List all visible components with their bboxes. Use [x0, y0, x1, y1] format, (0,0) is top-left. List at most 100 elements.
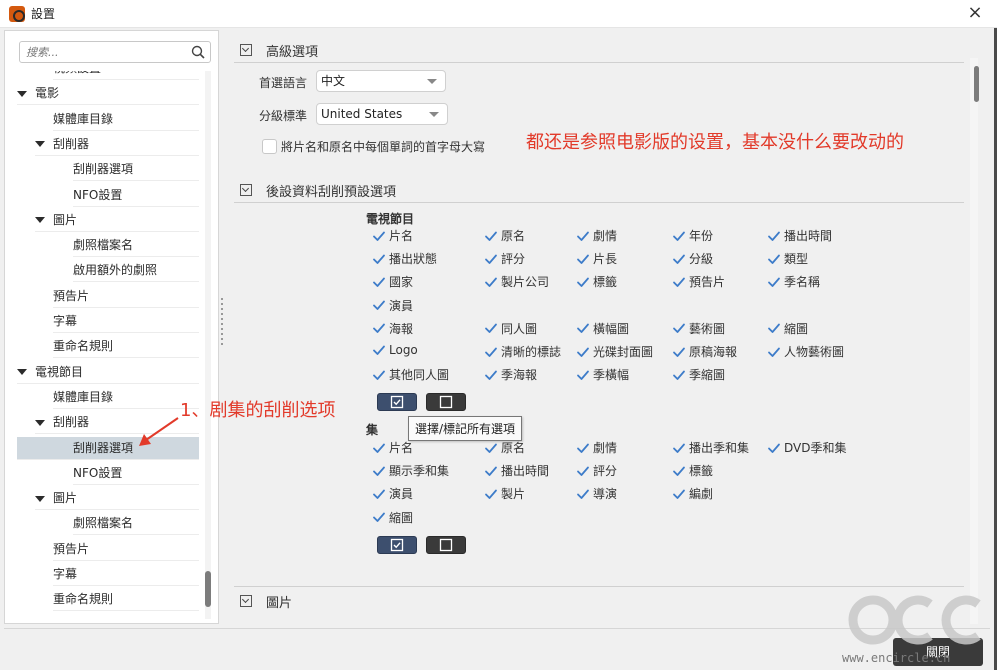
episode-select-all-button[interactable] [377, 536, 417, 554]
expand-caret-icon[interactable] [17, 90, 27, 97]
language-select[interactable]: 中文 [316, 70, 446, 92]
option-checkbox[interactable]: 同人圖 [484, 320, 537, 337]
option-checkbox[interactable]: 光碟封面圖 [576, 343, 653, 360]
option-checkbox[interactable]: 片長 [576, 250, 617, 267]
sidebar-item[interactable]: 圖片 [35, 487, 199, 511]
option-checkbox[interactable]: 類型 [767, 250, 808, 267]
sidebar-item[interactable]: 刮削器 [35, 133, 199, 156]
panel-splitter[interactable] [221, 298, 223, 348]
option-checkbox[interactable]: 分級 [672, 250, 713, 267]
option-checkbox[interactable]: 劇情 [576, 227, 617, 244]
sidebar-item[interactable]: 劇照檔案名 [73, 512, 199, 536]
option-checkbox[interactable]: 標籤 [576, 273, 617, 290]
option-checkbox[interactable]: Logo [372, 343, 418, 357]
sidebar-item[interactable]: 字幕 [53, 563, 199, 586]
search-box[interactable] [19, 41, 211, 63]
option-checkbox[interactable]: 片名 [372, 439, 413, 456]
main-scrollbar[interactable] [970, 58, 978, 624]
checkmark-icon [485, 466, 497, 476]
sidebar-item-label: 電影 [35, 86, 60, 101]
option-checkbox[interactable]: 顯示季和集 [372, 462, 449, 479]
option-checkbox[interactable]: 藝術圖 [672, 320, 725, 337]
option-checkbox[interactable]: 原稿海報 [672, 343, 737, 360]
option-checkbox[interactable]: 原名 [484, 227, 525, 244]
option-checkbox[interactable]: 季名稱 [767, 273, 820, 290]
option-checkbox[interactable]: 評分 [576, 462, 617, 479]
images-section-header[interactable]: 圖片 [240, 591, 292, 611]
search-icon[interactable] [191, 45, 205, 59]
sidebar-item[interactable]: 刮削器選項 [73, 158, 199, 182]
option-checkbox[interactable]: 其他同人圖 [372, 366, 449, 383]
search-input[interactable] [20, 42, 180, 62]
sidebar-item[interactable]: NFO設置 [73, 462, 199, 485]
sidebar-item[interactable]: 重命名規則 [53, 335, 199, 359]
option-label: 演員 [389, 487, 414, 502]
option-checkbox[interactable]: 原名 [484, 439, 525, 456]
option-checkbox[interactable]: 播出季和集 [672, 439, 749, 456]
capitalize-option[interactable]: 將片名和原名中每個單詞的首字母大寫 [262, 138, 485, 155]
option-checkbox[interactable]: 製片公司 [484, 273, 549, 290]
expand-caret-icon[interactable] [35, 495, 45, 502]
sidebar-item-label: 刮削器選項 [73, 162, 134, 177]
collapse-icon[interactable] [240, 595, 252, 607]
main-scroll-thumb[interactable] [974, 66, 979, 102]
advanced-section-header[interactable]: 高級選項 [240, 40, 318, 60]
rating-select[interactable]: United States [316, 103, 448, 125]
sidebar-item[interactable]: 啟用額外的劇照 [73, 259, 199, 283]
option-checkbox[interactable]: 人物藝術圖 [767, 343, 844, 360]
expand-caret-icon[interactable] [35, 217, 45, 224]
sidebar-item[interactable]: 圖片 [35, 209, 199, 232]
option-checkbox[interactable]: 季橫幅 [576, 366, 629, 383]
sidebar-item[interactable]: NFO設置 [73, 184, 199, 207]
expand-caret-icon[interactable] [17, 369, 27, 376]
sidebar-item[interactable]: 電影 [17, 82, 199, 106]
option-checkbox[interactable]: 製片 [484, 485, 525, 502]
option-checkbox[interactable]: 國家 [372, 273, 413, 290]
option-checkbox[interactable]: 評分 [484, 250, 525, 267]
option-checkbox[interactable]: 片名 [372, 227, 413, 244]
expand-caret-icon[interactable] [35, 141, 45, 148]
option-checkbox[interactable]: 預告片 [672, 273, 725, 290]
option-checkbox[interactable]: 導演 [576, 485, 617, 502]
sidebar-item[interactable]: 預告片 [53, 538, 199, 561]
option-checkbox[interactable]: 季縮圖 [672, 366, 725, 383]
collapse-icon[interactable] [240, 44, 252, 56]
sidebar-item[interactable]: 電視節目 [17, 361, 199, 384]
option-checkbox[interactable]: 橫幅圖 [576, 320, 629, 337]
sidebar-item[interactable]: 刮削器 [35, 411, 199, 435]
expand-caret-icon[interactable] [35, 419, 45, 426]
checkmark-icon [577, 254, 589, 264]
option-checkbox[interactable]: 季海報 [484, 366, 537, 383]
sidebar-item[interactable]: 預告片 [53, 285, 199, 308]
select-all-button[interactable] [377, 393, 417, 411]
option-checkbox[interactable]: DVD季和集 [767, 439, 846, 456]
post-scrape-section-header[interactable]: 後設資料刮削預設選項 [240, 180, 396, 200]
option-checkbox[interactable]: 劇情 [576, 439, 617, 456]
option-checkbox[interactable]: 標籤 [672, 462, 713, 479]
sidebar-scroll-thumb[interactable] [205, 571, 211, 607]
option-checkbox[interactable]: 演員 [372, 297, 413, 314]
option-checkbox[interactable]: 縮圖 [372, 509, 413, 526]
option-checkbox[interactable]: 演員 [372, 485, 413, 502]
sidebar-item[interactable]: 媒體庫目錄 [53, 386, 199, 409]
sidebar-scrollbar[interactable] [205, 71, 211, 619]
episode-deselect-all-button[interactable] [426, 536, 466, 554]
option-checkbox[interactable]: 海報 [372, 320, 413, 337]
option-checkbox[interactable]: 清晰的標誌 [484, 343, 561, 360]
sidebar-item[interactable]: 劇照檔案名 [73, 234, 199, 258]
option-checkbox[interactable]: 播出時間 [767, 227, 832, 244]
sidebar-item[interactable]: 刮削器選項 [17, 436, 199, 460]
capitalize-checkbox[interactable] [262, 139, 277, 154]
window-close-button[interactable]: × [963, 2, 987, 26]
option-checkbox[interactable]: 編劇 [672, 485, 713, 502]
sidebar-item[interactable]: 視頻設置 [53, 71, 199, 80]
option-checkbox[interactable]: 播出狀態 [372, 250, 437, 267]
option-checkbox[interactable]: 播出時間 [484, 462, 549, 479]
sidebar-item[interactable]: 重命名規則 [53, 588, 199, 612]
sidebar-item[interactable]: 媒體庫目錄 [53, 108, 199, 131]
collapse-icon[interactable] [240, 184, 252, 196]
sidebar-item[interactable]: 字幕 [53, 310, 199, 333]
option-checkbox[interactable]: 年份 [672, 227, 713, 244]
deselect-all-button[interactable] [426, 393, 466, 411]
option-checkbox[interactable]: 縮圖 [767, 320, 808, 337]
